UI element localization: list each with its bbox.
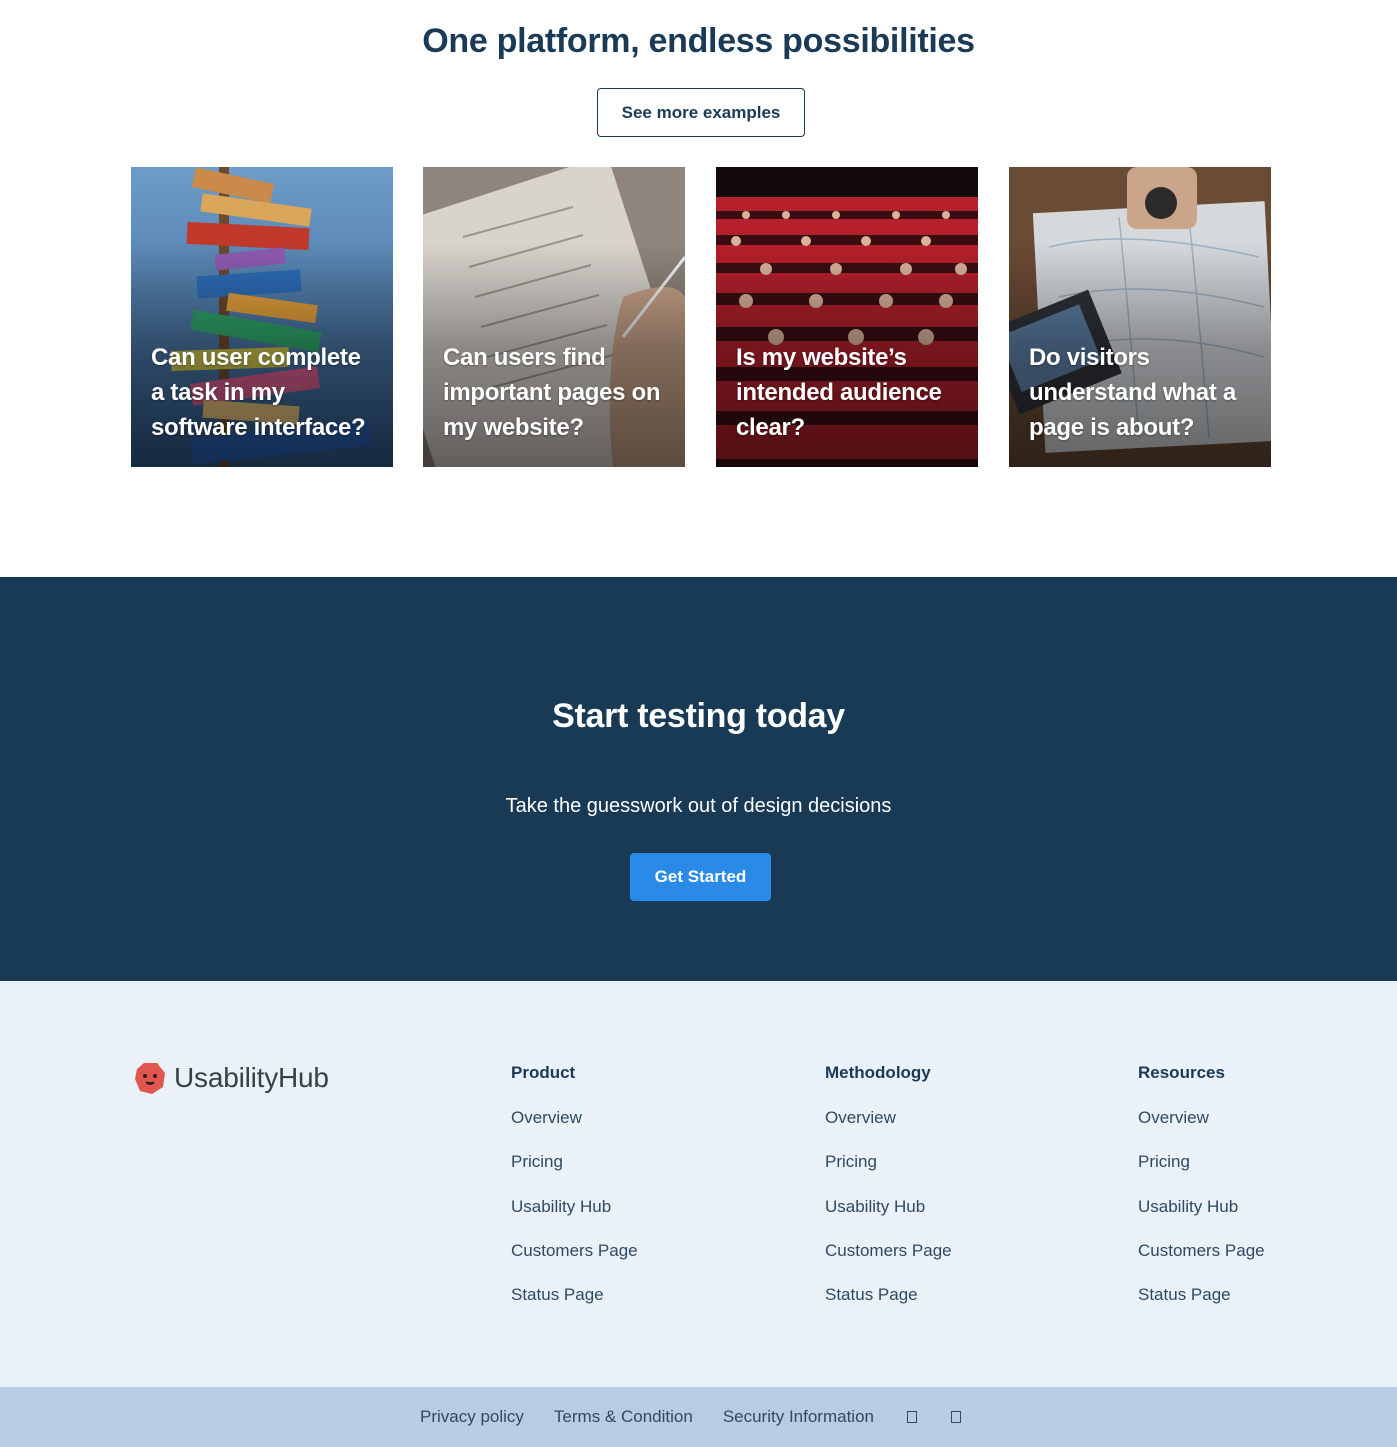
social-icon-glyph — [907, 1411, 917, 1423]
card-caption: Do visitors understand what a page is ab… — [1029, 344, 1236, 441]
cta-section: Start testing today Take the guesswork o… — [0, 577, 1397, 981]
footer-link-usability-hub[interactable]: Usability Hub — [1138, 1197, 1265, 1241]
legal-bar: Privacy policy Terms & Condition Securit… — [0, 1387, 1397, 1447]
terms-condition-link[interactable]: Terms & Condition — [554, 1407, 693, 1427]
cta-title: Start testing today — [552, 697, 845, 735]
footer-link-status-page[interactable]: Status Page — [825, 1285, 952, 1329]
footer-link-usability-hub[interactable]: Usability Hub — [511, 1197, 638, 1241]
footer-link-overview[interactable]: Overview — [511, 1108, 638, 1152]
footer-link-overview[interactable]: Overview — [1138, 1108, 1265, 1152]
brand-name: UsabilityHub — [174, 1062, 329, 1093]
card-caption: Can users find important pages on my web… — [443, 344, 661, 441]
footer-link-pricing[interactable]: Pricing — [825, 1152, 952, 1196]
footer-link-usability-hub[interactable]: Usability Hub — [825, 1197, 952, 1241]
card-caption: Is my website’s intended audience clear? — [736, 344, 942, 441]
examples-section: One platform, endless possibilities See … — [0, 0, 1397, 577]
usabilityhub-logo-icon — [135, 1063, 165, 1094]
example-card-page-understanding[interactable]: Do visitors understand what a page is ab… — [1009, 167, 1271, 467]
privacy-policy-link[interactable]: Privacy policy — [420, 1407, 524, 1427]
see-more-examples-button[interactable]: See more examples — [597, 88, 805, 137]
footer-link-customers-page[interactable]: Customers Page — [1138, 1241, 1265, 1285]
footer-link-overview[interactable]: Overview — [825, 1108, 952, 1152]
card-caption: Can user complete a task in my software … — [151, 344, 366, 441]
example-card-audience[interactable]: Is my website’s intended audience clear? — [716, 167, 978, 467]
footer-link-pricing[interactable]: Pricing — [511, 1152, 638, 1196]
examples-title: One platform, endless possibilities — [422, 22, 975, 60]
legal-links: Privacy policy Terms & Condition Securit… — [420, 1387, 962, 1447]
footer-column-title: Methodology — [825, 1063, 931, 1082]
brand[interactable]: UsabilityHub — [134, 1061, 329, 1095]
footer: UsabilityHub Product Overview Pricing Us… — [0, 981, 1397, 1387]
footer-column-title: Resources — [1138, 1063, 1225, 1082]
footer-link-customers-page[interactable]: Customers Page — [825, 1241, 952, 1285]
footer-column-title: Product — [511, 1063, 576, 1082]
footer-link-status-page[interactable]: Status Page — [511, 1285, 638, 1329]
footer-link-customers-page[interactable]: Customers Page — [511, 1241, 638, 1285]
social-icon[interactable] — [950, 1410, 962, 1424]
get-started-button[interactable]: Get Started — [630, 853, 771, 901]
footer-column-product: Product Overview Pricing Usability Hub C… — [511, 1063, 638, 1329]
social-icon-glyph — [951, 1411, 961, 1423]
example-card-find-pages[interactable]: Can users find important pages on my web… — [423, 167, 685, 467]
footer-column-methodology: Methodology Overview Pricing Usability H… — [825, 1063, 952, 1329]
security-information-link[interactable]: Security Information — [723, 1407, 874, 1427]
footer-column-resources: Resources Overview Pricing Usability Hub… — [1138, 1063, 1265, 1329]
footer-link-pricing[interactable]: Pricing — [1138, 1152, 1265, 1196]
example-card-task-completion[interactable]: Can user complete a task in my software … — [131, 167, 393, 467]
social-icon[interactable] — [906, 1410, 918, 1424]
footer-link-status-page[interactable]: Status Page — [1138, 1285, 1265, 1329]
cta-subtitle: Take the guesswork out of design decisio… — [505, 795, 892, 817]
